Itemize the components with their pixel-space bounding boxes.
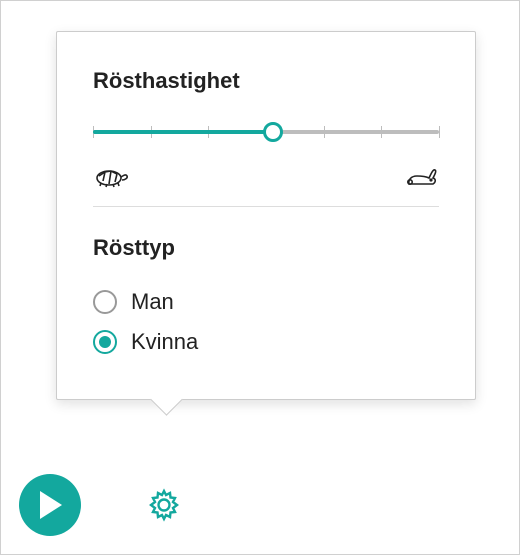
play-icon [40, 491, 64, 519]
radio-option-kvinna[interactable]: Kvinna [93, 329, 439, 355]
play-button[interactable] [19, 474, 81, 536]
radio-option-man[interactable]: Man [93, 289, 439, 315]
radio-indicator [93, 290, 117, 314]
radio-label: Man [131, 289, 174, 315]
voice-settings-panel: Rösthastighet Rösttyp Man [56, 31, 476, 400]
radio-indicator [93, 330, 117, 354]
radio-dot [99, 336, 111, 348]
speed-title: Rösthastighet [93, 68, 439, 94]
slider-fill [93, 130, 273, 134]
speed-slider[interactable] [93, 122, 439, 162]
voice-title: Rösttyp [93, 235, 439, 261]
rabbit-icon [403, 164, 439, 188]
slider-thumb[interactable] [263, 122, 283, 142]
gear-icon [144, 485, 184, 525]
radio-label: Kvinna [131, 329, 198, 355]
settings-button[interactable] [143, 484, 185, 526]
divider [93, 206, 439, 207]
turtle-icon [93, 164, 129, 188]
